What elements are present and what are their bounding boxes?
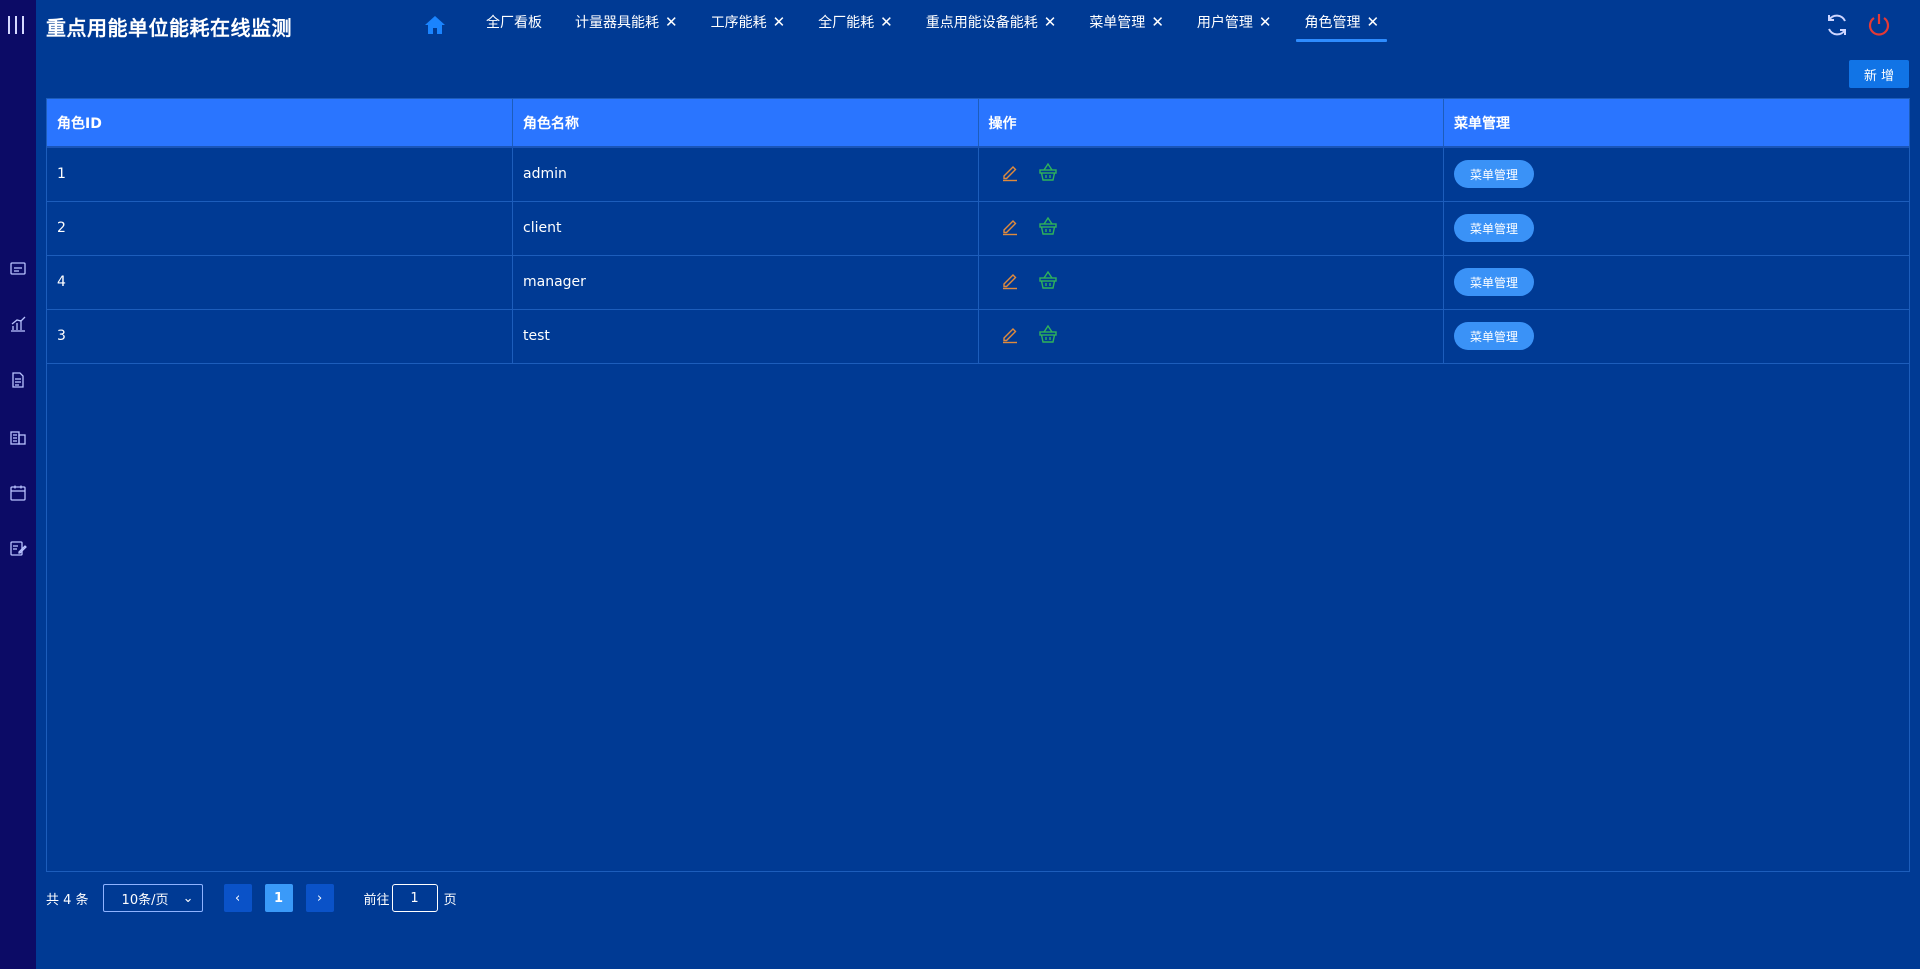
table-row: 2 client 菜单管理: [47, 201, 1909, 256]
tab-bar: 全厂看板 计量器具能耗 ✕ 工序能耗 ✕ 全厂能耗 ✕ 重点用能设备能耗 ✕ 菜…: [486, 0, 1412, 44]
tab-plant-energy[interactable]: 全厂能耗 ✕: [818, 0, 893, 44]
tab-process-energy[interactable]: 工序能耗 ✕: [711, 0, 786, 44]
building-icon[interactable]: [9, 428, 27, 446]
tab-key-equipment-energy[interactable]: 重点用能设备能耗 ✕: [926, 0, 1057, 44]
total-count: 共 4 条: [46, 892, 89, 908]
tab-role-management[interactable]: 角色管理 ✕: [1296, 0, 1387, 44]
column-header-menu-management[interactable]: 菜单管理: [1443, 99, 1909, 148]
column-header-role-name[interactable]: 角色名称: [512, 99, 979, 148]
close-icon[interactable]: ✕: [1044, 14, 1057, 30]
page-size-value: 10条/页: [121, 892, 169, 908]
close-icon[interactable]: ✕: [1151, 14, 1164, 30]
tab-plant-dashboard[interactable]: 全厂看板: [486, 0, 542, 44]
edit-icon[interactable]: [1000, 270, 1020, 294]
menu-management-cell: 菜单管理: [1443, 147, 1909, 202]
tab-user-management[interactable]: 用户管理 ✕: [1197, 0, 1272, 44]
menu-management-button[interactable]: 菜单管理: [1454, 268, 1535, 296]
tab-meter-energy[interactable]: 计量器具能耗 ✕: [575, 0, 678, 44]
tab-label: 重点用能设备能耗: [925, 15, 1038, 31]
chevron-right-icon[interactable]: ›: [305, 884, 334, 912]
pagination: 共 4 条 10条/页 ⌄ ‹ 1 › 前往 页: [46, 884, 457, 912]
delete-basket-icon[interactable]: [1038, 324, 1058, 348]
actions-cell: [978, 309, 1444, 364]
dashboard-icon[interactable]: [9, 260, 27, 278]
table-row: 3 test 菜单管理: [47, 309, 1909, 364]
role-id-cell: 2: [47, 201, 513, 256]
power-icon[interactable]: [1866, 12, 1892, 42]
sidebar: [0, 0, 36, 969]
page-number-current[interactable]: 1: [264, 884, 293, 912]
actions-cell: [978, 255, 1444, 310]
role-name-cell: manager: [512, 255, 979, 310]
bar-chart-icon[interactable]: [9, 315, 27, 333]
tab-label: 用户管理: [1196, 15, 1253, 31]
document-icon[interactable]: [9, 371, 27, 389]
delete-basket-icon[interactable]: [1038, 270, 1058, 294]
goto-page-input[interactable]: [391, 884, 438, 912]
edit-icon[interactable]: [1000, 324, 1020, 348]
close-icon[interactable]: ✕: [1259, 14, 1272, 30]
tab-label: 计量器具能耗: [575, 15, 659, 31]
delete-basket-icon[interactable]: [1038, 216, 1058, 240]
table-header-row: 角色ID 角色名称 操作 菜单管理: [47, 99, 1909, 148]
table-row: 4 manager 菜单管理: [47, 255, 1909, 310]
menu-management-cell: 菜单管理: [1443, 201, 1909, 256]
role-id-cell: 3: [47, 309, 513, 364]
tab-menu-management[interactable]: 菜单管理 ✕: [1089, 0, 1164, 44]
tab-label: 角色管理: [1304, 15, 1361, 31]
home-icon[interactable]: [424, 15, 446, 35]
goto-suffix: 页: [443, 892, 457, 908]
header-actions: [1824, 12, 1892, 42]
page-size-select[interactable]: 10条/页 ⌄: [102, 884, 203, 912]
chevron-down-icon: ⌄: [182, 890, 194, 906]
delete-basket-icon[interactable]: [1038, 162, 1058, 186]
menu-management-button[interactable]: 菜单管理: [1454, 322, 1535, 350]
role-name-cell: client: [512, 201, 979, 256]
close-icon[interactable]: ✕: [1366, 14, 1379, 30]
menu-management-cell: 菜单管理: [1443, 255, 1909, 310]
edit-note-icon[interactable]: [9, 539, 27, 557]
add-button[interactable]: 新 增: [1849, 60, 1909, 88]
menu-management-cell: 菜单管理: [1443, 309, 1909, 364]
role-name-cell: admin: [512, 147, 979, 202]
column-header-role-id[interactable]: 角色ID: [47, 99, 513, 148]
tab-label: 全厂看板: [486, 15, 542, 31]
column-header-actions[interactable]: 操作: [978, 99, 1444, 148]
role-id-cell: 1: [47, 147, 513, 202]
edit-icon[interactable]: [1000, 162, 1020, 186]
menu-toggle-icon[interactable]: [8, 16, 24, 34]
header: 重点用能单位能耗在线监测 全厂看板 计量器具能耗 ✕ 工序能耗 ✕ 全厂能耗 ✕…: [36, 0, 1920, 50]
role-name-cell: test: [512, 309, 979, 364]
actions-cell: [978, 147, 1444, 202]
menu-management-button[interactable]: 菜单管理: [1454, 214, 1535, 242]
tab-label: 全厂能耗: [818, 15, 875, 31]
close-icon[interactable]: ✕: [880, 14, 893, 30]
menu-management-button[interactable]: 菜单管理: [1454, 160, 1535, 189]
calendar-icon[interactable]: [9, 484, 27, 502]
actions-cell: [978, 201, 1444, 256]
goto-label: 前往: [363, 892, 390, 908]
table-row: 1 admin 菜单管理: [47, 147, 1909, 202]
tab-label: 菜单管理: [1089, 15, 1146, 31]
role-id-cell: 4: [47, 255, 513, 310]
edit-icon[interactable]: [1000, 216, 1020, 240]
close-icon[interactable]: ✕: [773, 14, 786, 30]
refresh-icon[interactable]: [1824, 12, 1850, 42]
role-table: 角色ID 角色名称 操作 菜单管理 1 admin 菜单管理 2 client …: [46, 98, 1910, 872]
chevron-left-icon[interactable]: ‹: [223, 884, 252, 912]
app-title: 重点用能单位能耗在线监测: [46, 16, 292, 40]
tab-label: 工序能耗: [710, 15, 767, 31]
close-icon[interactable]: ✕: [665, 14, 678, 30]
